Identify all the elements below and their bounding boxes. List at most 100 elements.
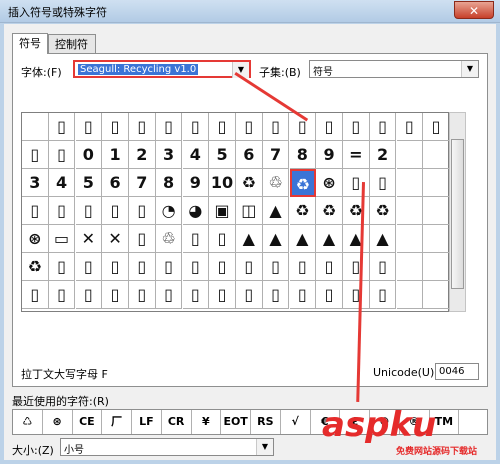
symbol-cell[interactable] bbox=[396, 225, 424, 253]
symbol-cell[interactable]: ▯ bbox=[316, 253, 343, 281]
symbol-cell[interactable]: ▯ bbox=[369, 169, 397, 197]
symbol-cell[interactable]: ▯ bbox=[48, 281, 76, 309]
scrollbar-thumb[interactable] bbox=[451, 139, 464, 289]
symbol-cell[interactable]: ▲ bbox=[316, 225, 343, 253]
recent-char-cell[interactable]: ¥ bbox=[192, 410, 222, 434]
symbol-cell[interactable]: ▯ bbox=[48, 197, 76, 225]
symbol-cell[interactable]: ▯ bbox=[289, 281, 317, 309]
symbol-cell[interactable] bbox=[423, 197, 450, 225]
symbol-cell[interactable]: ▯ bbox=[343, 113, 370, 141]
symbol-cell[interactable] bbox=[423, 225, 450, 253]
symbol-cell[interactable]: ▯ bbox=[343, 253, 370, 281]
symbol-cell[interactable]: ▯ bbox=[182, 253, 210, 281]
symbol-cell[interactable]: ▯ bbox=[236, 113, 263, 141]
symbol-cell[interactable]: ▲ bbox=[343, 225, 370, 253]
symbol-cell[interactable]: ▯ bbox=[155, 113, 183, 141]
symbol-cell[interactable]: 2 bbox=[369, 141, 397, 169]
symbol-cell[interactable]: ♻ bbox=[316, 197, 343, 225]
symbol-cell[interactable]: 8 bbox=[289, 141, 317, 169]
symbol-cell[interactable]: ▯ bbox=[316, 281, 343, 309]
symbol-cell[interactable]: 3 bbox=[22, 169, 49, 197]
symbol-cell[interactable]: ▯ bbox=[48, 141, 76, 169]
symbol-cell[interactable]: ▯ bbox=[75, 281, 103, 309]
recent-char-cell[interactable]: ♺ bbox=[13, 410, 43, 434]
symbol-cell[interactable]: ▯ bbox=[369, 281, 397, 309]
symbol-cell[interactable]: ♻ bbox=[343, 197, 370, 225]
recent-char-cell[interactable]: √ bbox=[281, 410, 311, 434]
symbol-cell[interactable]: ▯ bbox=[316, 113, 343, 141]
symbol-cell[interactable]: ▯ bbox=[236, 281, 263, 309]
symbol-cell[interactable]: ♻ bbox=[369, 197, 397, 225]
symbol-cell[interactable]: ▲ bbox=[236, 225, 263, 253]
chevron-down-icon[interactable]: ▼ bbox=[256, 439, 273, 455]
symbol-cell[interactable]: ▯ bbox=[102, 197, 129, 225]
symbol-cell[interactable]: ▭ bbox=[48, 225, 76, 253]
symbol-cell[interactable]: 9 bbox=[316, 141, 343, 169]
symbol-cell[interactable]: ◔ bbox=[155, 197, 183, 225]
symbol-cell[interactable]: ▯ bbox=[262, 113, 290, 141]
symbol-cell[interactable]: ▯ bbox=[182, 281, 210, 309]
symbol-cell[interactable] bbox=[423, 253, 450, 281]
recent-char-cell[interactable]: EOT bbox=[221, 410, 251, 434]
symbol-cell[interactable]: 0 bbox=[75, 141, 103, 169]
symbol-cell[interactable]: 5 bbox=[75, 169, 103, 197]
symbol-cell[interactable]: 4 bbox=[182, 141, 210, 169]
symbol-cell[interactable]: ▯ bbox=[369, 253, 397, 281]
symbol-cell[interactable]: 6 bbox=[102, 169, 129, 197]
recent-char-cell[interactable]: CE bbox=[73, 410, 103, 434]
symbol-cell[interactable]: ▲ bbox=[262, 197, 290, 225]
symbol-cell[interactable]: ▯ bbox=[129, 113, 156, 141]
symbol-cell[interactable]: ▯ bbox=[22, 141, 49, 169]
symbol-cell[interactable]: 9 bbox=[182, 169, 210, 197]
symbol-cell[interactable] bbox=[423, 169, 450, 197]
symbol-cell[interactable]: ▯ bbox=[155, 253, 183, 281]
symbol-cell[interactable]: ▯ bbox=[343, 169, 370, 197]
symbol-cell[interactable]: 2 bbox=[129, 141, 156, 169]
symbol-cell[interactable]: ▯ bbox=[129, 281, 156, 309]
symbol-cell[interactable]: ▯ bbox=[369, 113, 397, 141]
tab-control-chars[interactable]: 控制符 bbox=[48, 34, 96, 53]
symbol-cell[interactable]: ▯ bbox=[129, 253, 156, 281]
symbol-cell[interactable]: ⊛ bbox=[22, 225, 49, 253]
recent-char-cell[interactable]: CR bbox=[162, 410, 192, 434]
unicode-input[interactable]: 0046 bbox=[435, 363, 479, 380]
symbol-cell[interactable] bbox=[423, 141, 450, 169]
symbol-cell[interactable]: ▯ bbox=[423, 113, 450, 141]
symbol-cell[interactable]: ▲ bbox=[369, 225, 397, 253]
symbol-cell[interactable]: ▯ bbox=[48, 113, 76, 141]
symbol-cell[interactable]: ▯ bbox=[262, 253, 290, 281]
symbol-cell[interactable]: ▯ bbox=[129, 225, 156, 253]
symbol-cell[interactable]: ♻ bbox=[22, 253, 49, 281]
recent-char-cell[interactable]: LF bbox=[132, 410, 162, 434]
symbol-cell[interactable]: ▣ bbox=[209, 197, 236, 225]
symbol-cell[interactable]: ♻ bbox=[236, 169, 263, 197]
symbol-cell[interactable]: ▯ bbox=[343, 281, 370, 309]
symbol-cell[interactable] bbox=[396, 197, 424, 225]
size-select[interactable]: 小号 ▼ bbox=[60, 438, 274, 456]
symbol-cell[interactable]: ▯ bbox=[209, 253, 236, 281]
symbol-cell[interactable]: ▯ bbox=[182, 225, 210, 253]
symbol-cell[interactable]: ▲ bbox=[289, 225, 317, 253]
recent-char-cell[interactable]: RS bbox=[251, 410, 281, 434]
symbol-cell[interactable]: ▯ bbox=[22, 197, 49, 225]
symbol-cell[interactable]: 4 bbox=[48, 169, 76, 197]
symbol-cell[interactable]: 7 bbox=[262, 141, 290, 169]
symbol-cell[interactable]: ◫ bbox=[236, 197, 263, 225]
symbol-cell[interactable]: 5 bbox=[209, 141, 236, 169]
symbol-cell[interactable]: 6 bbox=[236, 141, 263, 169]
symbol-cell[interactable]: ▯ bbox=[289, 253, 317, 281]
symbol-grid[interactable]: ▯ ▯ ▯ ▯ ▯ ▯ ▯ ▯ ▯ ▯ ▯ ▯ ▯ ▯ ▯ ▯ ▯ 0 1 2 3 4 5 6 7 8 9 = 2 3 4 5 6 7 8 9 10 ♻ ♲… bbox=[21, 112, 450, 312]
symbol-cell[interactable] bbox=[396, 141, 424, 169]
close-button[interactable]: ✕ bbox=[454, 1, 494, 19]
symbol-cell[interactable]: ▯ bbox=[236, 253, 263, 281]
chevron-down-icon[interactable]: ▼ bbox=[461, 61, 478, 77]
symbol-cell[interactable]: ♲ bbox=[155, 225, 183, 253]
symbol-cell[interactable]: 3 bbox=[155, 141, 183, 169]
symbol-cell[interactable]: ▯ bbox=[182, 113, 210, 141]
symbol-cell[interactable]: ▲ bbox=[262, 225, 290, 253]
symbol-cell[interactable] bbox=[22, 113, 49, 141]
symbol-cell[interactable]: ▯ bbox=[102, 281, 129, 309]
symbol-cell[interactable]: ▯ bbox=[48, 253, 76, 281]
symbol-cell[interactable]: ♻ bbox=[289, 169, 317, 197]
symbol-cell[interactable]: 10 bbox=[209, 169, 236, 197]
